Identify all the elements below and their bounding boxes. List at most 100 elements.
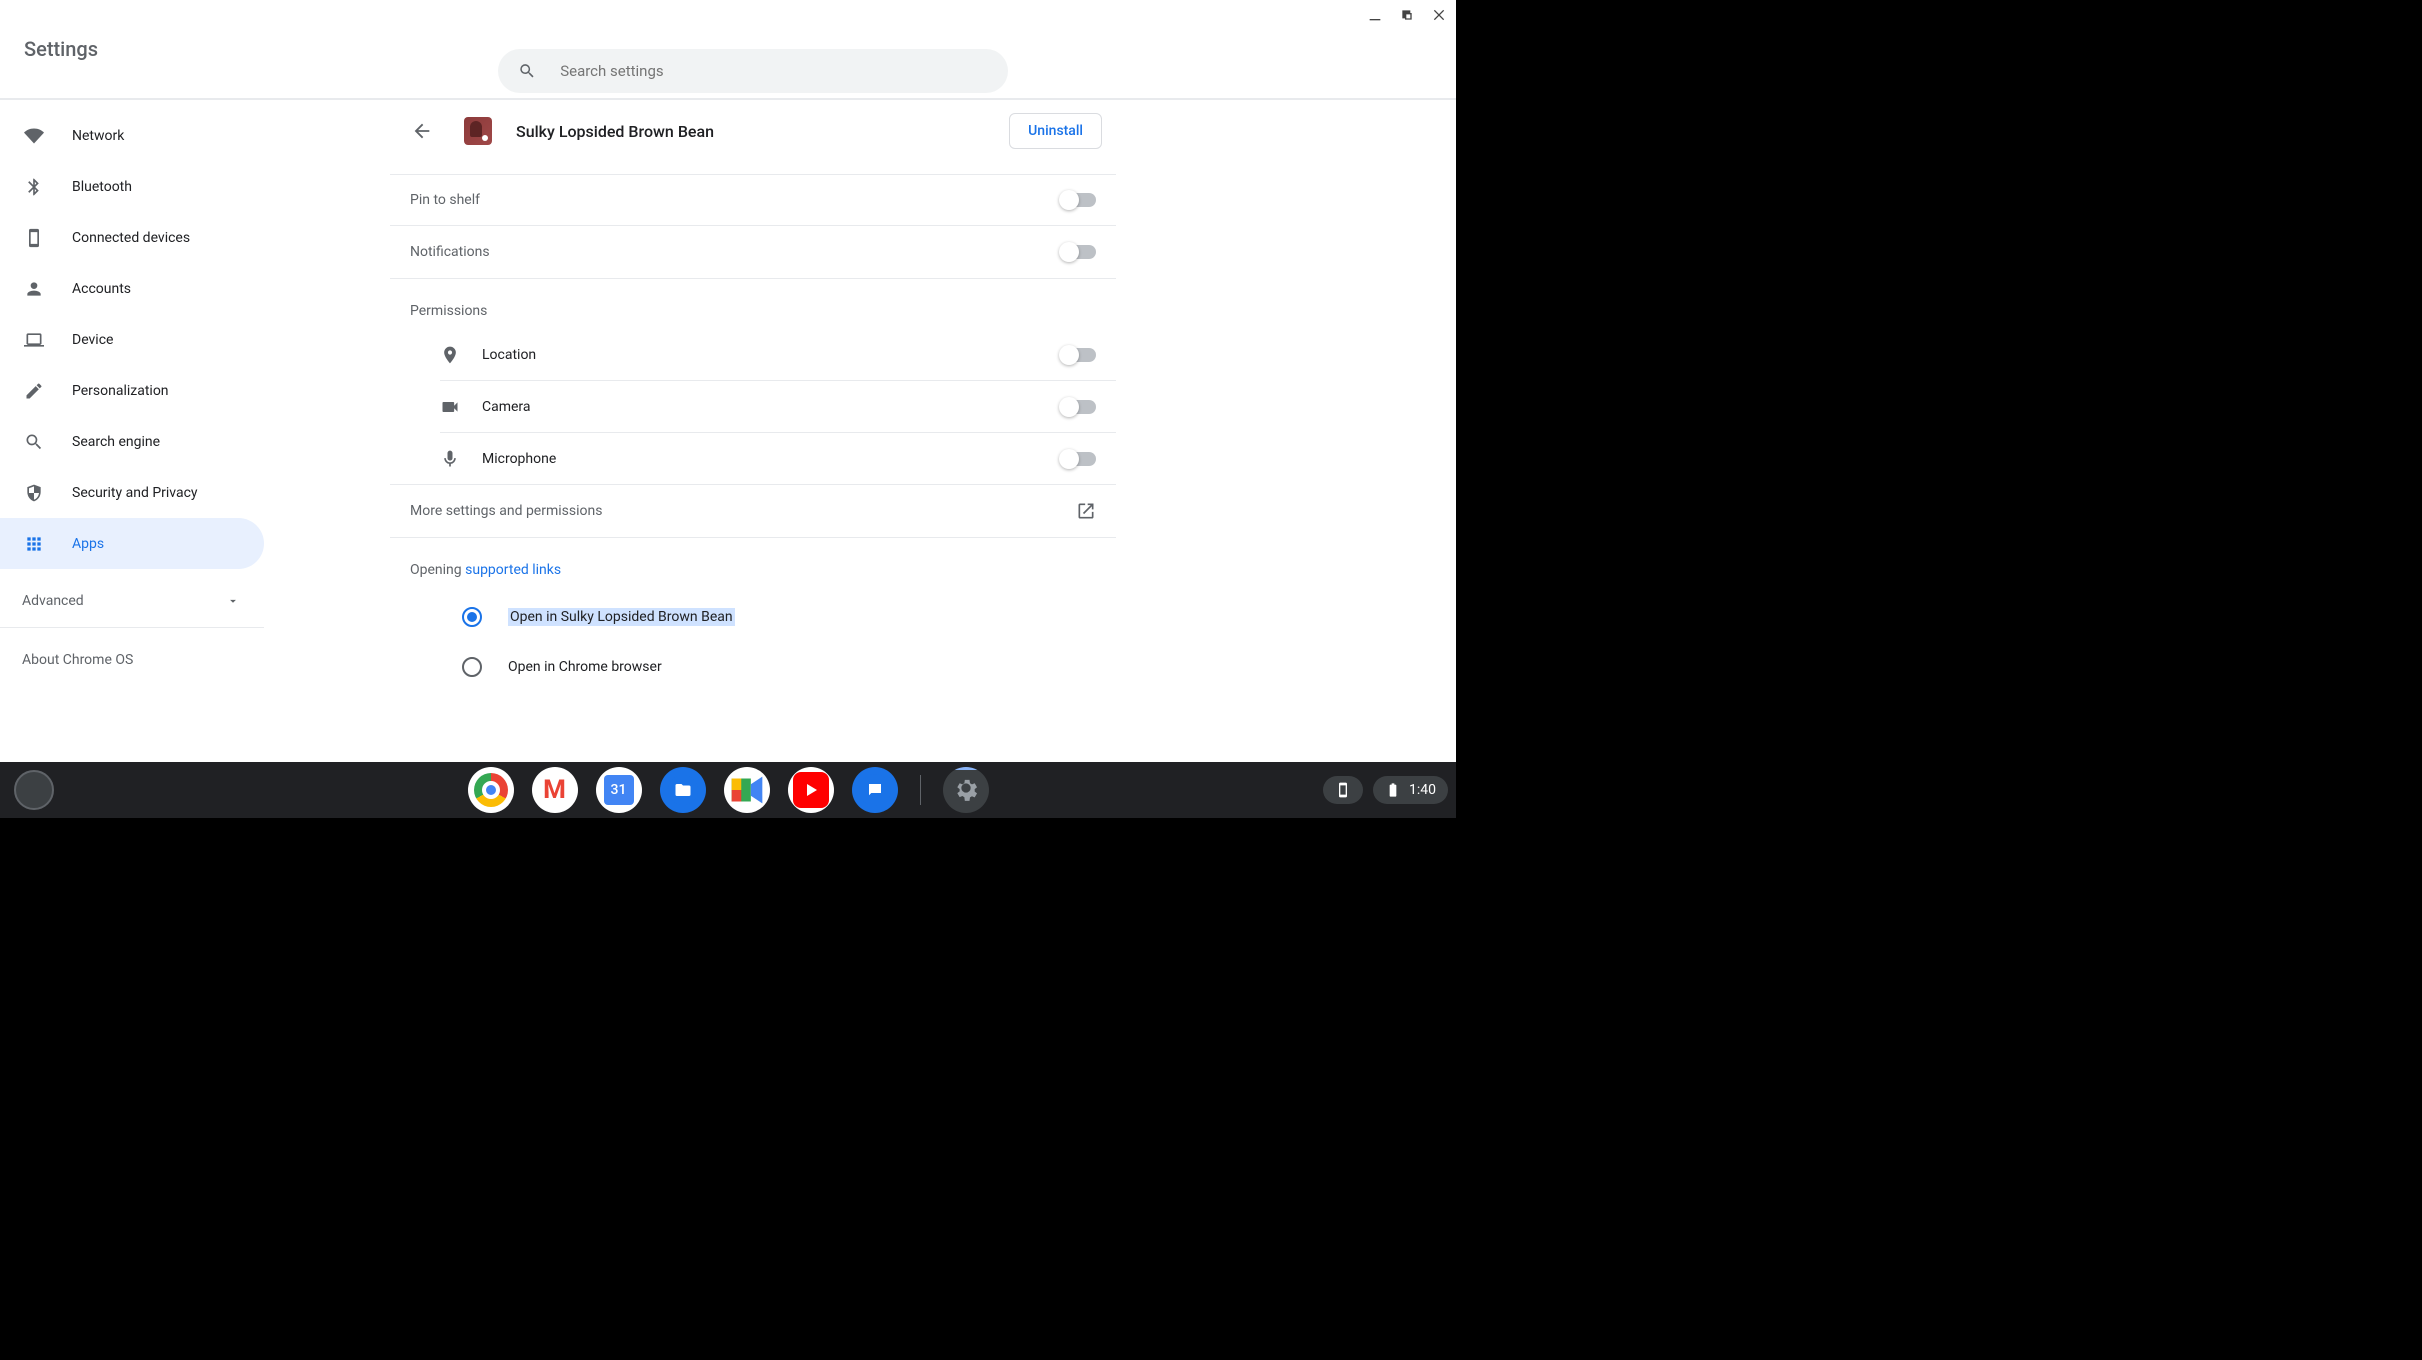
open-external-icon: [1076, 501, 1096, 521]
shelf-app-gmail[interactable]: M: [532, 767, 578, 813]
phone-hub-button[interactable]: [1323, 776, 1363, 804]
messages-icon: [859, 774, 891, 806]
sidebar-divider: [0, 627, 264, 628]
radio-selected-icon: [462, 607, 482, 627]
shelf-app-chrome[interactable]: [468, 767, 514, 813]
app-icon: [464, 117, 492, 145]
microphone-toggle[interactable]: [1062, 452, 1096, 466]
app-title: Settings: [24, 37, 98, 61]
search-icon: [24, 432, 44, 452]
permission-microphone-row: Microphone: [390, 433, 1116, 484]
sidebar-item-label: Connected devices: [72, 230, 190, 246]
more-settings-label: More settings and permissions: [410, 503, 602, 519]
chevron-down-icon: [226, 594, 240, 608]
back-button[interactable]: [404, 113, 440, 149]
sidebar-item-label: Search engine: [72, 434, 160, 450]
sidebar-item-label: Network: [72, 128, 124, 144]
folder-icon: [668, 775, 698, 805]
opening-prefix: Opening: [410, 562, 465, 578]
pencil-icon: [24, 381, 44, 401]
more-settings-row[interactable]: More settings and permissions: [390, 484, 1116, 538]
advanced-label: Advanced: [22, 593, 84, 609]
permission-label: Location: [482, 347, 536, 363]
search-input[interactable]: [560, 62, 988, 80]
shield-icon: [24, 483, 44, 503]
minimize-button[interactable]: [1366, 6, 1384, 24]
permission-camera-row: Camera: [390, 381, 1116, 432]
radio-label: Open in Chrome browser: [508, 659, 662, 675]
sidebar-item-search-engine[interactable]: Search engine: [0, 416, 264, 467]
sidebar-item-network[interactable]: Network: [0, 110, 264, 161]
app-name-heading: Sulky Lopsided Brown Bean: [516, 122, 985, 141]
sidebar-item-bluetooth[interactable]: Bluetooth: [0, 161, 264, 212]
camera-icon: [440, 397, 460, 417]
laptop-icon: [24, 330, 44, 350]
radio-label: Open in Sulky Lopsided Brown Bean: [508, 608, 735, 626]
shelf-app-calendar[interactable]: 31: [596, 767, 642, 813]
wifi-icon: [24, 126, 44, 146]
clock-time: 1:40: [1409, 782, 1436, 798]
notifications-row: Notifications: [390, 226, 1116, 278]
pin-to-shelf-row: Pin to shelf: [390, 175, 1116, 226]
sidebar-item-connected-devices[interactable]: Connected devices: [0, 212, 264, 263]
main-content: Sulky Lopsided Brown Bean Uninstall Pin …: [390, 102, 1116, 758]
radio-open-in-app[interactable]: Open in Sulky Lopsided Brown Bean: [390, 592, 1116, 642]
sidebar-item-personalization[interactable]: Personalization: [0, 365, 264, 416]
sidebar-item-label: Security and Privacy: [72, 485, 198, 501]
pin-to-shelf-toggle[interactable]: [1062, 193, 1096, 207]
location-toggle[interactable]: [1062, 348, 1096, 362]
shelf-app-files[interactable]: [660, 767, 706, 813]
pin-to-shelf-label: Pin to shelf: [410, 192, 480, 208]
shelf-app-messages[interactable]: [852, 767, 898, 813]
permission-label: Microphone: [482, 451, 556, 467]
meet-icon: [724, 767, 770, 813]
about-label: About Chrome OS: [22, 652, 133, 668]
apps-icon: [24, 534, 44, 554]
sidebar-item-device[interactable]: Device: [0, 314, 264, 365]
sidebar-item-accounts[interactable]: Accounts: [0, 263, 264, 314]
notifications-label: Notifications: [410, 244, 490, 260]
uninstall-button[interactable]: Uninstall: [1009, 113, 1102, 149]
shelf-divider: [920, 775, 921, 805]
permissions-heading: Permissions: [390, 279, 1116, 329]
shelf-app-settings[interactable]: [943, 767, 989, 813]
close-window-button[interactable]: [1430, 6, 1448, 24]
system-tray[interactable]: 1:40: [1323, 776, 1448, 804]
permission-location-row: Location: [390, 329, 1116, 380]
maximize-button[interactable]: [1398, 6, 1416, 24]
sidebar-item-security[interactable]: Security and Privacy: [0, 467, 264, 518]
camera-toggle[interactable]: [1062, 400, 1096, 414]
supported-links-link[interactable]: supported links: [465, 562, 561, 578]
search-bar[interactable]: [498, 49, 1008, 93]
sidebar-item-label: Bluetooth: [72, 179, 132, 195]
gmail-icon: M: [543, 775, 566, 805]
sidebar-item-label: Accounts: [72, 281, 131, 297]
arrow-back-icon: [411, 120, 433, 142]
shelf: M 31 1:40: [0, 762, 1456, 818]
notifications-toggle[interactable]: [1062, 245, 1096, 259]
status-area[interactable]: 1:40: [1373, 776, 1448, 804]
sidebar-item-label: Personalization: [72, 383, 169, 399]
shelf-app-youtube[interactable]: [788, 767, 834, 813]
shelf-app-meet[interactable]: [724, 767, 770, 813]
sidebar-item-apps[interactable]: Apps: [0, 518, 264, 569]
person-icon: [24, 279, 44, 299]
phone-icon: [24, 228, 44, 248]
location-icon: [440, 345, 460, 365]
sidebar: Network Bluetooth Connected devices Acco…: [0, 102, 264, 684]
sidebar-item-label: Device: [72, 332, 113, 348]
bluetooth-icon: [24, 177, 44, 197]
launcher-button[interactable]: [14, 770, 54, 810]
radio-unselected-icon: [462, 657, 482, 677]
opening-links-heading: Opening supported links: [390, 538, 1116, 592]
radio-open-in-chrome[interactable]: Open in Chrome browser: [390, 642, 1116, 692]
battery-icon: [1385, 782, 1401, 798]
sidebar-item-label: Apps: [72, 536, 104, 552]
sidebar-about[interactable]: About Chrome OS: [0, 636, 264, 684]
youtube-icon: [793, 772, 829, 808]
calendar-icon: 31: [604, 775, 634, 805]
sidebar-advanced-toggle[interactable]: Advanced: [0, 575, 264, 627]
permission-label: Camera: [482, 399, 531, 415]
phone-icon: [1335, 782, 1351, 798]
search-icon: [518, 61, 536, 81]
